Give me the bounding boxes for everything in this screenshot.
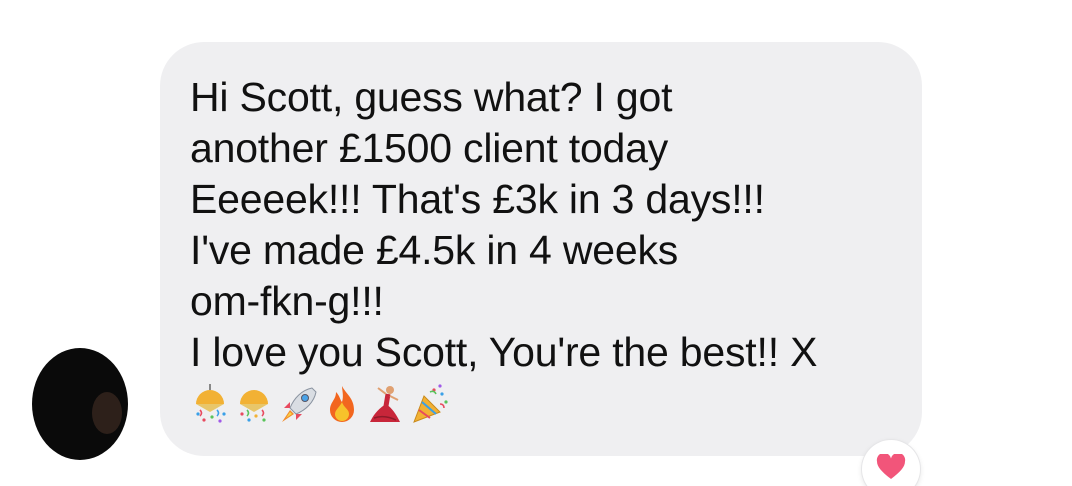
emoji-row [190, 380, 922, 428]
fire-icon [330, 386, 354, 422]
heart-icon [876, 454, 906, 479]
confetti-ball-icon [196, 384, 226, 423]
message-line: om-fkn-g!!! [190, 278, 384, 324]
confetti-ball-icon [240, 390, 268, 422]
message-line: Hi Scott, guess what? I got [190, 74, 673, 120]
avatar-shading [92, 392, 122, 434]
rocket-icon [282, 387, 317, 422]
dancer-icon [370, 386, 400, 422]
message-line: I love you Scott, You're the best!! X [190, 329, 818, 375]
message-line: another £1500 client today [190, 125, 669, 171]
message-line: Eeeeek!!! That's £3k in 3 days!!! [190, 176, 765, 222]
message-bubble[interactable]: Hi Scott, guess what? I got another £150… [160, 42, 922, 456]
message-line: I've made £4.5k in 4 weeks [190, 227, 679, 273]
party-popper-icon [413, 384, 448, 423]
chat-screen: Hi Scott, guess what? I got another £150… [0, 0, 1072, 486]
sender-avatar[interactable] [32, 348, 128, 460]
reaction-badge[interactable] [862, 440, 920, 486]
message-text: Hi Scott, guess what? I got another £150… [190, 72, 922, 378]
